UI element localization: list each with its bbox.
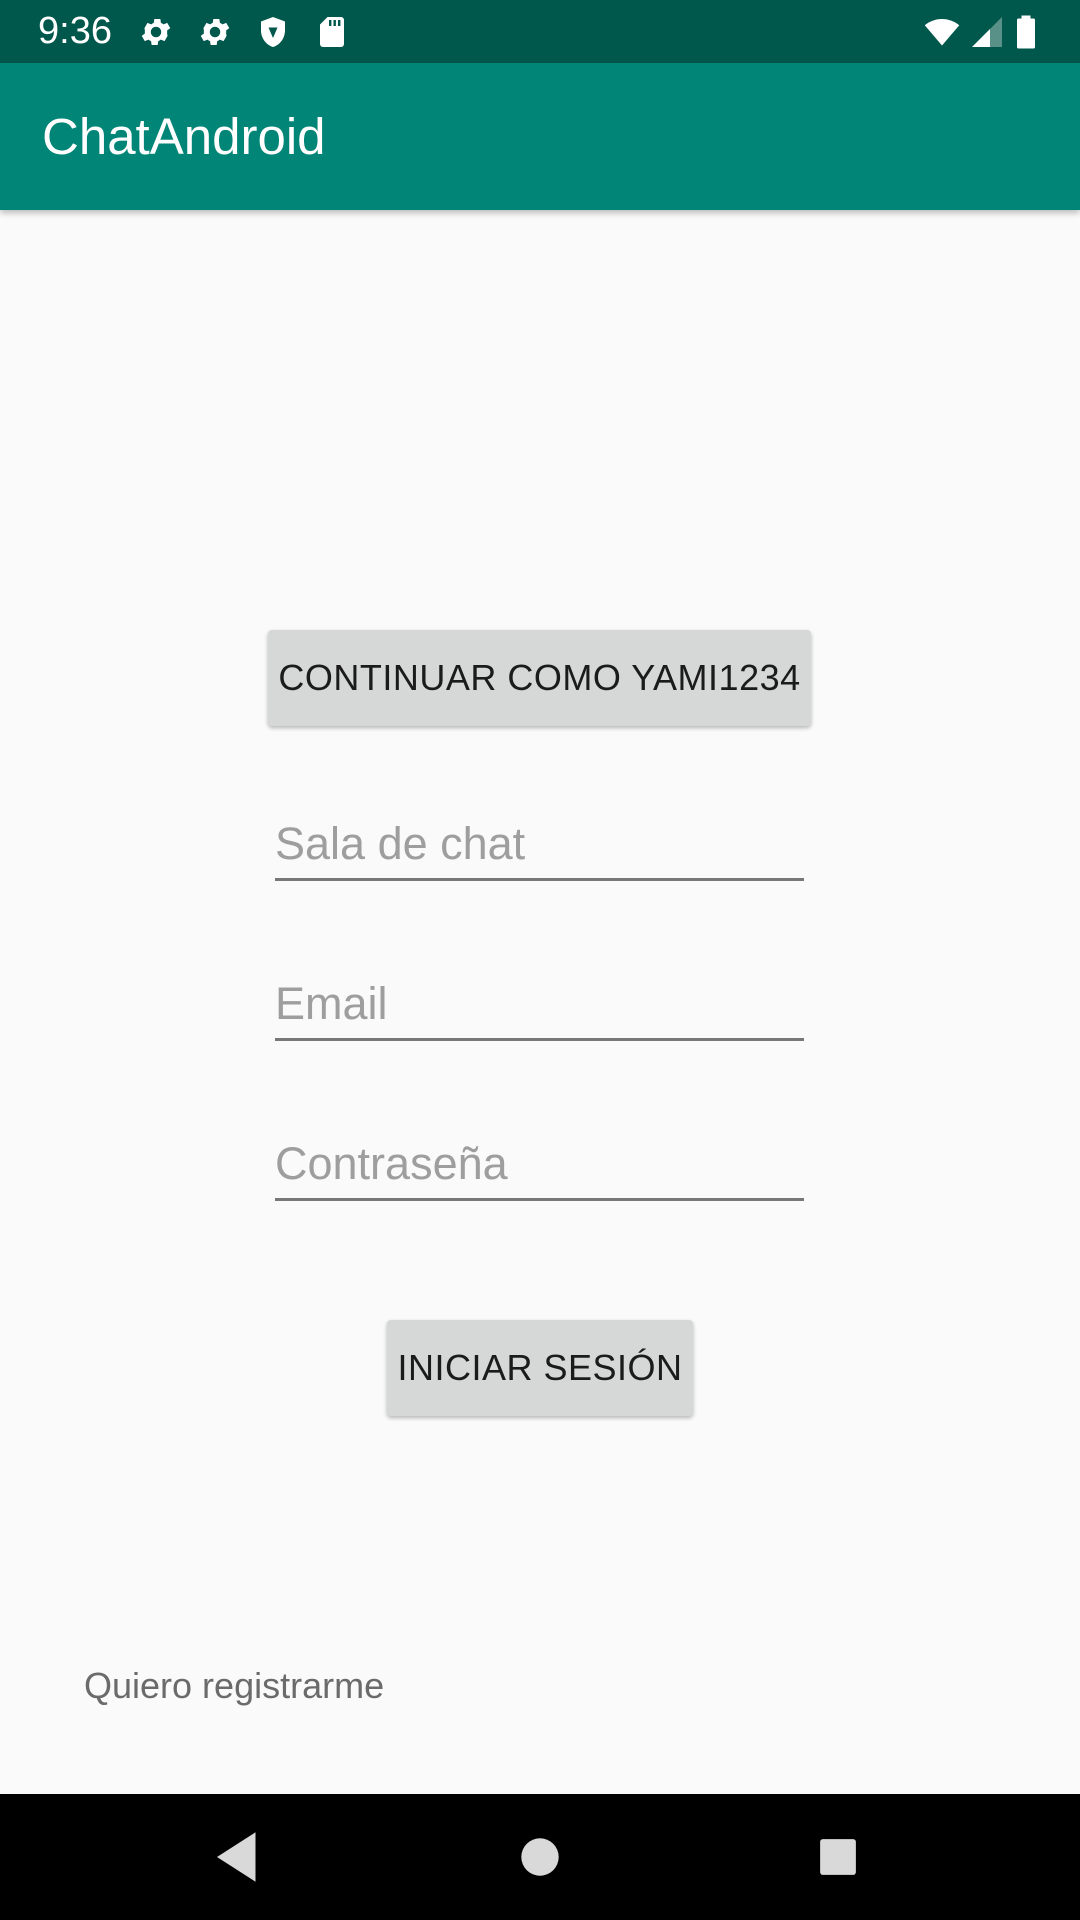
status-bar: 9:36 — [0, 0, 1080, 63]
continue-as-user-button[interactable]: CONTINUAR COMO YAMI1234 — [268, 630, 811, 726]
email-field[interactable]: Email — [275, 968, 804, 1041]
status-time: 9:36 — [38, 10, 112, 52]
settings-icon — [138, 14, 174, 50]
password-placeholder: Contraseña — [275, 1138, 508, 1189]
settings-icon — [197, 14, 233, 50]
signal-icon — [969, 14, 1005, 50]
home-icon[interactable] — [507, 1824, 573, 1890]
password-field[interactable]: Contraseña — [275, 1128, 804, 1201]
app-title: ChatAndroid — [42, 108, 326, 165]
navigation-bar — [0, 1794, 1080, 1920]
chat-room-field[interactable]: Sala de chat — [275, 808, 804, 881]
login-button[interactable]: INICIAR SESIÓN — [387, 1320, 693, 1416]
sd-card-icon — [314, 14, 350, 50]
chat-room-placeholder: Sala de chat — [275, 818, 526, 869]
battery-icon — [1014, 14, 1048, 50]
recents-icon[interactable] — [805, 1824, 871, 1890]
wifi-icon — [921, 14, 963, 50]
register-link[interactable]: Quiero registrarme — [84, 1665, 384, 1707]
shield-icon — [255, 14, 291, 50]
back-icon[interactable] — [206, 1824, 272, 1890]
app-bar: ChatAndroid — [0, 63, 1080, 210]
email-placeholder: Email — [275, 978, 388, 1029]
